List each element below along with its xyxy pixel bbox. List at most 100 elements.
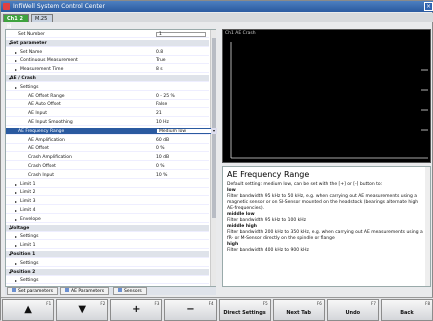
expand-toggle-icon[interactable]: ▸: [15, 260, 17, 267]
tree-section[interactable]: ▾ Position 1: [6, 251, 209, 258]
tree-row[interactable]: ▸ Limit 1: [6, 242, 209, 250]
expand-toggle-icon[interactable]: ▸: [15, 57, 17, 64]
tree-row[interactable]: ▸ Continuous Measurement True: [6, 57, 209, 65]
tree-row[interactable]: ▸ Settings: [6, 260, 209, 267]
tree-row[interactable]: ▸ Set Name 0.8: [6, 49, 209, 56]
tree-row[interactable]: ▸ Limit 1: [6, 181, 209, 188]
help-paragraph: Filter bandwidth 200 kHz to 350 kHz, e.g…: [227, 230, 423, 241]
row-label: Settings: [20, 260, 39, 266]
expand-toggle-icon[interactable]: ▸: [15, 49, 17, 56]
tree-row[interactable]: AE Offset Range 0 - 25 %: [6, 93, 209, 100]
tree-row[interactable]: ▸ Settings: [6, 277, 209, 285]
frequency-range-select[interactable]: Medium low: [156, 127, 216, 134]
tree-row[interactable]: AE Auto Offset False: [6, 101, 209, 109]
function-key-f3[interactable]: F3 +: [110, 299, 163, 321]
row-value: 10 Hz: [156, 120, 169, 125]
tree-row[interactable]: AE Amplification 60 dB: [6, 137, 209, 144]
chevron-down-icon[interactable]: ▾: [211, 127, 217, 134]
function-key-f4[interactable]: F4−: [164, 299, 217, 321]
tree-section[interactable]: ▾ Voltage: [6, 224, 209, 232]
arrow-up-icon: ▲: [24, 304, 32, 315]
main-window: InfiWell System Control Center × Ch1 2 H…: [0, 0, 433, 321]
fkey-number: F5: [262, 301, 268, 306]
tab-channel-1[interactable]: Ch1 2 H: [3, 14, 29, 30]
set-number-input[interactable]: 1: [156, 32, 206, 37]
tree-section[interactable]: ▾ Set parameter: [6, 39, 209, 47]
tree-section[interactable]: ▾ Position 2: [6, 268, 209, 276]
tree-row[interactable]: Crash Input 10 %: [6, 172, 209, 179]
expand-toggle-icon[interactable]: ▸: [15, 189, 17, 196]
tree-row[interactable]: AE Input Smoothing 10 Hz: [6, 119, 209, 126]
app-icon: [3, 3, 10, 10]
row-label: AE / Crash: [10, 76, 36, 81]
row-label: Limit 2: [20, 190, 36, 196]
minus-icon: −: [186, 304, 195, 315]
function-key-f6[interactable]: F6 Next Tab: [272, 299, 325, 321]
row-label: Limit 4: [20, 208, 36, 213]
function-key-f8[interactable]: F8 Back: [380, 299, 433, 321]
row-value: 10 dB: [156, 155, 170, 161]
tree-row[interactable]: ▸ Settings: [6, 233, 209, 241]
tree-row[interactable]: Crash Offset 0 %: [6, 163, 209, 170]
expand-toggle-icon[interactable]: ▸: [15, 66, 17, 73]
signal-graph: Ch1 AE Crash: [222, 29, 431, 163]
expand-toggle-icon[interactable]: ▸: [15, 181, 17, 188]
tree-row[interactable]: ▸ Measurement Time 8 s: [6, 66, 209, 74]
row-label: Set parameter: [10, 40, 47, 46]
function-key-f5[interactable]: F5 Direct Settings: [218, 299, 271, 321]
expand-toggle-icon[interactable]: ▸: [15, 207, 17, 214]
expand-toggle-icon[interactable]: ▸: [15, 84, 17, 91]
row-value: 0 - 25 %: [156, 93, 175, 99]
tree-row[interactable]: ▸ Limit 4: [6, 207, 209, 214]
channel-tabs: Ch1 2 H M.25: [1, 13, 433, 30]
tab-set-parameters[interactable]: Set parameters: [7, 287, 58, 295]
window-title: InfiWell System Control Center: [13, 3, 105, 10]
function-key-f2[interactable]: F2 ▼: [56, 299, 109, 321]
function-key-f7[interactable]: F7 Undo: [326, 299, 379, 321]
close-button[interactable]: ×: [424, 2, 433, 11]
parameter-tabs: Set parameters AE Parameters Sensors: [5, 287, 216, 295]
row-label: Settings: [20, 278, 39, 284]
tree-row[interactable]: Set Number 1: [6, 31, 209, 38]
fkey-number: F8: [425, 301, 430, 306]
help-scrollbar[interactable]: [425, 167, 430, 286]
row-label: Continuous Measurement: [20, 58, 78, 64]
row-label: AE Input Smoothing: [28, 120, 73, 125]
row-label: Measurement Time: [20, 67, 64, 73]
row-value: False: [156, 102, 168, 108]
tab-icon: [12, 288, 16, 292]
tab-icon: [118, 288, 122, 292]
tree-row[interactable]: AE Input 21: [6, 110, 209, 118]
expand-toggle-icon[interactable]: ▸: [15, 233, 17, 240]
row-value: 60 dB: [156, 137, 170, 143]
tree-row[interactable]: Crash Amplification 10 dB: [6, 154, 209, 162]
tab-sensors[interactable]: Sensors: [113, 287, 147, 295]
function-key-bar: F1 ▲ F2 ▼ F3 + F4− F5 Direct Settings F6 Next Tab F…: [1, 297, 433, 321]
row-label: Settings: [20, 234, 39, 240]
expand-toggle-icon[interactable]: ▸: [15, 198, 17, 205]
fkey-number: F6: [316, 301, 322, 306]
expand-toggle-icon[interactable]: ▸: [15, 277, 17, 284]
row-label: Position 2: [10, 269, 36, 275]
tree-row[interactable]: ▸ Envelope: [6, 216, 209, 223]
row-label: Set Name: [20, 49, 43, 55]
function-key-f1[interactable]: F1 ▲: [2, 299, 55, 321]
help-text: Default setting: medium low, can be set …: [227, 182, 425, 254]
expand-toggle-icon[interactable]: ▸: [15, 242, 17, 249]
tree-row[interactable]: ▸ Settings: [6, 84, 209, 91]
tree-row[interactable]: AE Frequency Range Medium low ▾: [6, 127, 217, 135]
help-title: AE Frequency Range: [227, 170, 310, 179]
row-label: Settings: [20, 84, 39, 90]
tree-section[interactable]: ▾ AE / Crash: [6, 75, 209, 82]
tree-scrollbar[interactable]: [210, 30, 216, 286]
tree-row[interactable]: AE Offset 0 %: [6, 145, 209, 153]
row-label: AE Input: [28, 111, 48, 117]
expand-toggle-icon[interactable]: ▸: [15, 216, 17, 223]
row-label: Crash Amplification: [28, 155, 72, 161]
fkey-label: Back: [400, 310, 414, 316]
tab-ae-parameters[interactable]: AE Parameters: [60, 287, 110, 295]
tab-m25[interactable]: M.25: [31, 14, 53, 22]
tree-row[interactable]: ▸ Limit 2: [6, 189, 209, 197]
tree-row[interactable]: ▸ Limit 3: [6, 198, 209, 206]
row-value: 8 s: [156, 67, 163, 73]
